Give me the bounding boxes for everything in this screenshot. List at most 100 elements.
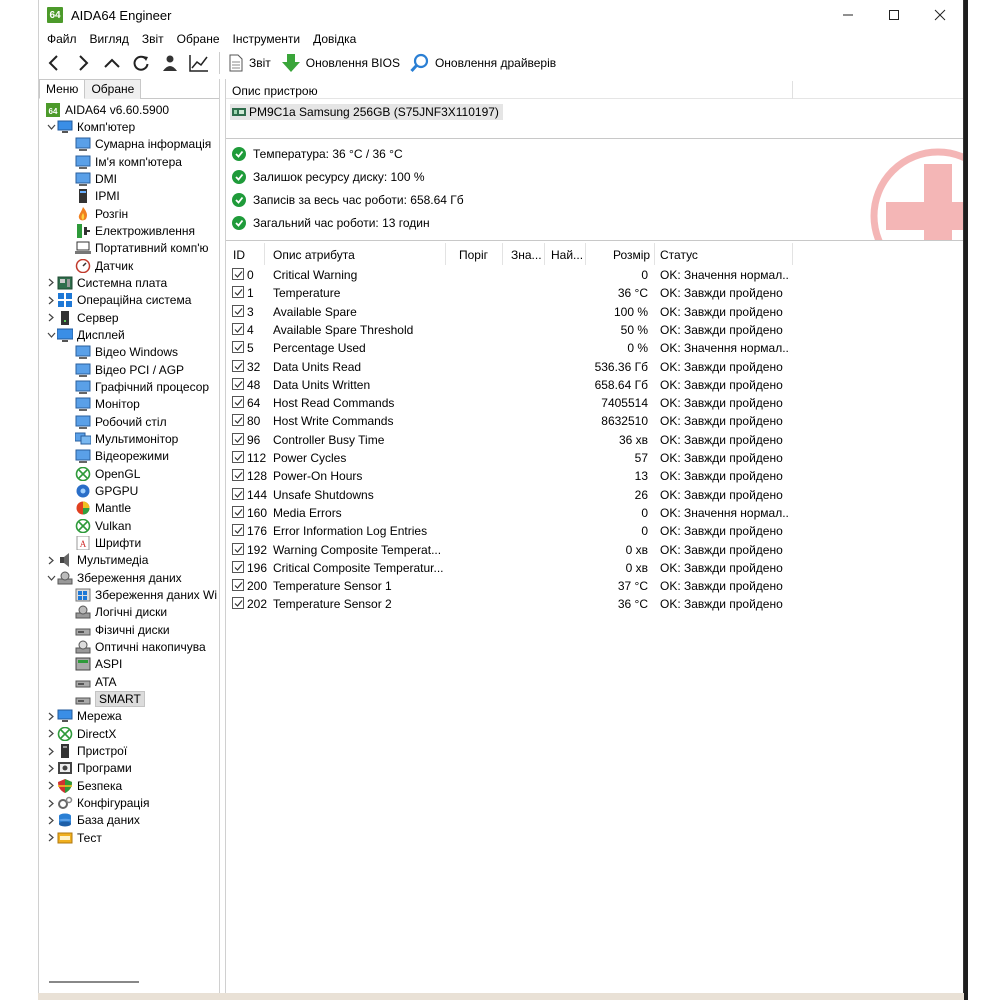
user-button[interactable] [155, 50, 184, 76]
chevron-right-icon[interactable] [45, 781, 57, 790]
menu-file[interactable]: Файл [47, 32, 77, 46]
row-checkbox[interactable] [232, 469, 244, 482]
row-checkbox[interactable] [232, 487, 244, 500]
tree-item[interactable]: Робочий стіл [75, 413, 167, 430]
tree-item[interactable]: Комп'ютер [45, 118, 135, 135]
back-button[interactable] [39, 50, 68, 76]
column-worst[interactable]: Най... [551, 248, 583, 262]
tree-item[interactable]: Датчик [75, 257, 133, 274]
horizontal-scrollbar[interactable] [49, 981, 139, 983]
table-row[interactable]: 96 Controller Busy Time 36 хв OK: Завжди пр… [226, 430, 963, 448]
chevron-right-icon[interactable] [45, 712, 57, 721]
tree-item[interactable]: База даних [45, 812, 140, 829]
tree-item[interactable]: ATA [75, 673, 117, 690]
chevron-right-icon[interactable] [45, 799, 57, 808]
chevron-right-icon[interactable] [45, 816, 57, 825]
column-attribute[interactable]: Опис атрибута [273, 248, 355, 262]
row-checkbox[interactable] [232, 542, 244, 555]
chevron-right-icon[interactable] [45, 764, 57, 773]
row-checkbox[interactable] [232, 505, 244, 518]
row-checkbox[interactable] [232, 359, 244, 372]
tree-item[interactable]: Vulkan [75, 517, 131, 534]
tree-item[interactable]: Відео PCI / AGP [75, 361, 184, 378]
column-raw[interactable]: Розмір [613, 248, 650, 262]
tree-item[interactable]: SMART [75, 691, 145, 708]
column-id[interactable]: ID [233, 248, 245, 262]
chevron-down-icon[interactable] [45, 332, 57, 338]
tree-item[interactable]: Сумарна інформація [75, 136, 211, 153]
chevron-down-icon[interactable] [45, 124, 57, 130]
refresh-button[interactable] [126, 50, 155, 76]
table-row[interactable]: 32 Data Units Read 536.36 Гб OK: Завжди про… [226, 357, 963, 375]
chevron-right-icon[interactable] [45, 833, 57, 842]
close-button[interactable] [917, 0, 963, 30]
column-threshold[interactable]: Поріг [459, 248, 488, 262]
row-checkbox[interactable] [232, 396, 244, 409]
bios-update-button[interactable]: Оновлення BIOS [281, 51, 400, 75]
tree-item[interactable]: OpenGL [75, 465, 140, 482]
row-checkbox[interactable] [232, 579, 244, 592]
row-checkbox[interactable] [232, 322, 244, 335]
table-row[interactable]: 176 Error Information Log Entries 0 OK: Зав… [226, 521, 963, 539]
table-row[interactable]: 64 Host Read Commands 7405514 OK: Завжди пр… [226, 393, 963, 411]
tree-item[interactable]: Монітор [75, 396, 140, 413]
row-checkbox[interactable] [232, 268, 244, 280]
report-button[interactable]: Звіт [228, 51, 271, 75]
row-checkbox[interactable] [232, 304, 244, 317]
tree-item[interactable]: Програми [45, 760, 132, 777]
table-row[interactable]: 1 Temperature 36 °C OK: Завжди пройдено [226, 283, 963, 301]
tab-favorites[interactable]: Обране [85, 79, 142, 99]
tree-item[interactable]: A Шрифти [75, 535, 141, 552]
tree-item[interactable]: 64 AIDA64 v6.60.5900 [45, 101, 169, 118]
table-row[interactable]: 80 Host Write Commands 8632510 OK: Завжди п… [226, 411, 963, 429]
table-row[interactable]: 200 Temperature Sensor 1 37 °C OK: Завжди п… [226, 576, 963, 594]
tree-item[interactable]: Безпека [45, 777, 122, 794]
tree-item[interactable]: Системна плата [45, 274, 167, 291]
row-checkbox[interactable] [232, 286, 244, 299]
tree-item[interactable]: Мультимедіа [45, 552, 148, 569]
maximize-button[interactable] [871, 0, 917, 30]
chevron-down-icon[interactable] [45, 575, 57, 581]
chevron-right-icon[interactable] [45, 729, 57, 738]
tree-item[interactable]: GPGPU [75, 482, 138, 499]
tree-item[interactable]: Сервер [45, 309, 119, 326]
menu-favorites[interactable]: Обране [177, 32, 220, 46]
tree-item[interactable]: DMI [75, 170, 117, 187]
tree-item[interactable]: Оптичні накопичува [75, 639, 206, 656]
chart-button[interactable] [184, 50, 213, 76]
chevron-right-icon[interactable] [45, 278, 57, 287]
table-row[interactable]: 128 Power-On Hours 13 OK: Завжди пройдено [226, 466, 963, 484]
tree-item[interactable]: DirectX [45, 725, 116, 742]
table-row[interactable]: 202 Temperature Sensor 2 36 °C OK: Завжди п… [226, 594, 963, 612]
table-row[interactable]: 48 Data Units Written 658.64 Гб OK: Завжди … [226, 375, 963, 393]
tab-menu[interactable]: Меню [39, 79, 86, 99]
tree-item[interactable]: Розгін [75, 205, 128, 222]
column-status[interactable]: Статус [660, 248, 698, 262]
menu-report[interactable]: Звіт [142, 32, 164, 46]
tree-item[interactable]: Портативний комп'ю [75, 240, 209, 257]
column-value[interactable]: Зна... [511, 248, 542, 262]
table-row[interactable]: 3 Available Spare 100 % OK: Завжди пройдено [226, 302, 963, 320]
tree-item[interactable]: Графічний процесор [75, 378, 209, 395]
tree-item[interactable]: Mantle [75, 500, 131, 517]
tree-item[interactable]: Збереження даних Wi [75, 587, 217, 604]
tree-item[interactable]: Мультимонітор [75, 430, 178, 447]
table-row[interactable]: 196 Critical Composite Temperatur... 0 хв O… [226, 558, 963, 576]
forward-button[interactable] [68, 50, 97, 76]
tree-item[interactable]: Логічні диски [75, 604, 167, 621]
table-row[interactable]: 5 Percentage Used 0 % OK: Значення нормал..… [226, 338, 963, 356]
tree-item[interactable]: Збереження даних [45, 569, 182, 586]
row-checkbox[interactable] [232, 377, 244, 390]
minimize-button[interactable] [825, 0, 871, 30]
tree-item[interactable]: Мережа [45, 708, 122, 725]
tree-item[interactable]: Фізичні диски [75, 621, 170, 638]
chevron-right-icon[interactable] [45, 747, 57, 756]
device-row[interactable]: PM9C1a Samsung 256GB (S75JNF3X110197) [230, 104, 503, 120]
menu-help[interactable]: Довідка [313, 32, 356, 46]
menu-tools[interactable]: Інструменти [233, 32, 301, 46]
tree-item[interactable]: IPMI [75, 188, 120, 205]
tree-item[interactable]: Операційна система [45, 292, 191, 309]
menu-view[interactable]: Вигляд [90, 32, 129, 46]
tree-item[interactable]: Ім'я комп'ютера [75, 153, 182, 170]
chevron-right-icon[interactable] [45, 556, 57, 565]
